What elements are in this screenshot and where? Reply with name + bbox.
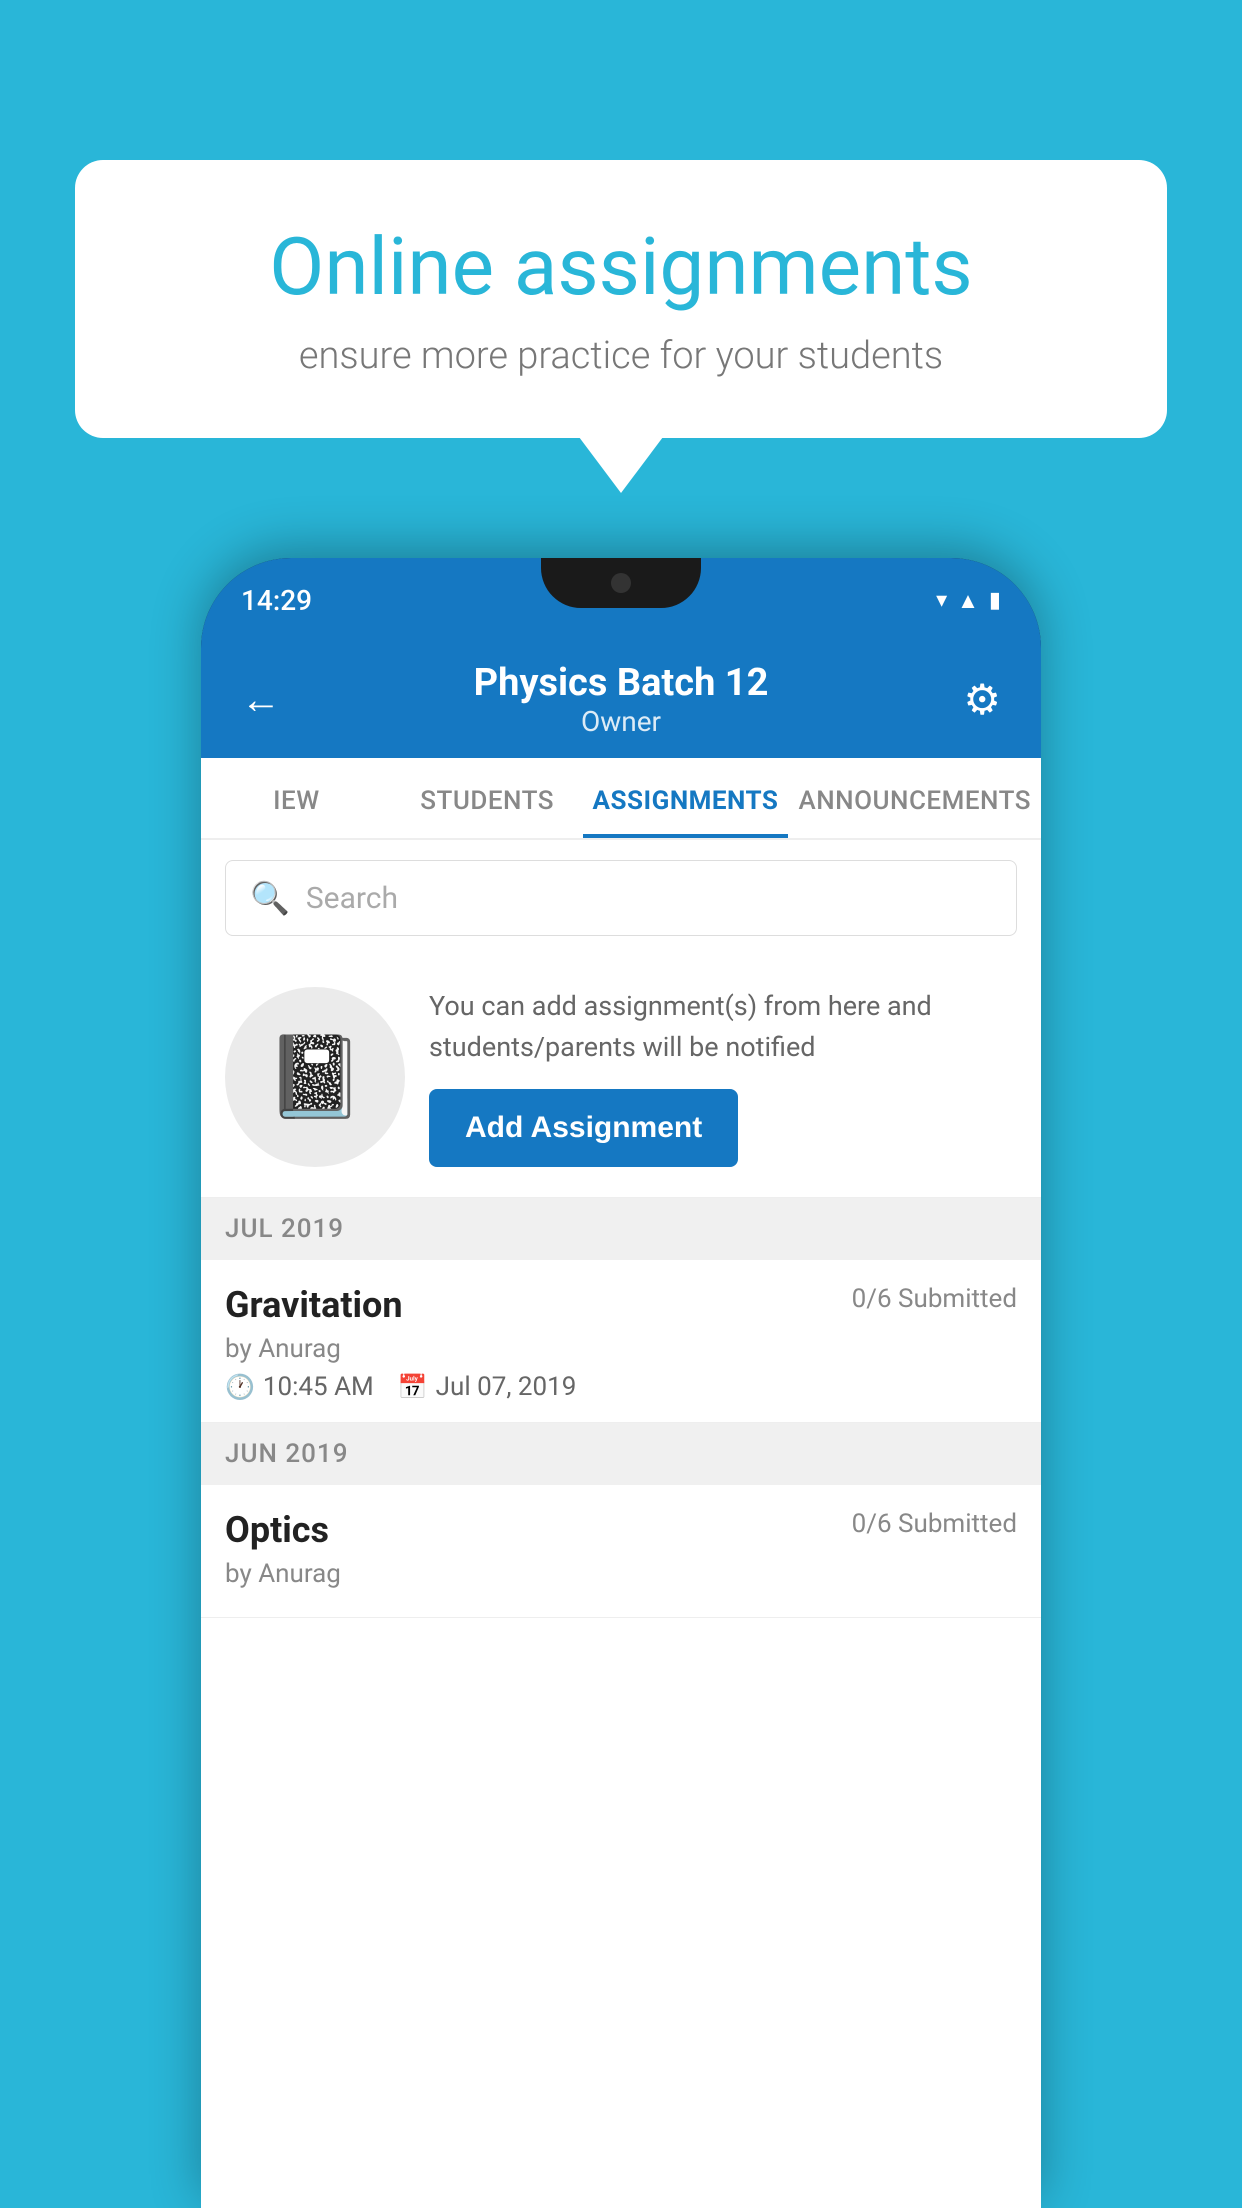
back-button[interactable]: ← [241, 676, 291, 723]
search-bar[interactable]: 🔍 Search [225, 860, 1017, 936]
header-center: Physics Batch 12 Owner [291, 661, 951, 738]
assignment-submitted-optics: 0/6 Submitted [852, 1509, 1017, 1539]
notebook-icon: 📓 [265, 1030, 365, 1124]
wifi-icon: ▾ [936, 588, 947, 613]
promo-text: You can add assignment(s) from here and … [429, 986, 1017, 1067]
speech-bubble-container: Online assignments ensure more practice … [75, 160, 1167, 438]
month-header-jun: JUN 2019 [201, 1423, 1041, 1485]
search-input[interactable]: Search [306, 881, 398, 916]
settings-icon[interactable]: ⚙ [951, 675, 1001, 725]
camera [611, 573, 631, 593]
assignment-submitted-gravitation: 0/6 Submitted [852, 1284, 1017, 1314]
header-title: Physics Batch 12 [291, 661, 951, 705]
assignment-name-optics: Optics [225, 1509, 329, 1551]
add-assignment-button[interactable]: Add Assignment [429, 1089, 738, 1167]
assignment-by-gravitation: by Anurag [225, 1334, 1017, 1364]
battery-icon: ▮ [989, 588, 1001, 613]
bubble-subtitle: ensure more practice for your students [145, 334, 1097, 378]
app-header: ← Physics Batch 12 Owner ⚙ [201, 643, 1041, 758]
month-header-jul: JUL 2019 [201, 1198, 1041, 1260]
tab-announcements[interactable]: ANNOUNCEMENTS [788, 758, 1041, 838]
assignment-meta-gravitation: 🕐 10:45 AM 📅 Jul 07, 2019 [225, 1372, 1017, 1402]
status-bar: 14:29 ▾ ▲ ▮ [201, 558, 1041, 643]
status-icons: ▾ ▲ ▮ [936, 588, 1001, 614]
tab-iew[interactable]: IEW [201, 758, 392, 838]
assignment-date-value: Jul 07, 2019 [436, 1372, 577, 1402]
assignment-item-gravitation[interactable]: Gravitation 0/6 Submitted by Anurag 🕐 10… [201, 1260, 1041, 1423]
assignment-by-optics: by Anurag [225, 1559, 1017, 1589]
promo-right: You can add assignment(s) from here and … [429, 986, 1017, 1167]
assignment-item-optics[interactable]: Optics 0/6 Submitted by Anurag [201, 1485, 1041, 1618]
header-subtitle: Owner [291, 705, 951, 738]
promo-icon-circle: 📓 [225, 987, 405, 1167]
phone-frame: 14:29 ▾ ▲ ▮ ← Physics Batch 12 Owner ⚙ I… [201, 558, 1041, 2208]
search-container: 🔍 Search [201, 840, 1041, 956]
tab-assignments[interactable]: ASSIGNMENTS [583, 758, 789, 838]
phone-screen: 🔍 Search 📓 You can add assignment(s) fro… [201, 840, 1041, 2208]
assignment-time-value: 10:45 AM [263, 1372, 374, 1402]
clock-icon: 🕐 [225, 1373, 255, 1401]
speech-bubble: Online assignments ensure more practice … [75, 160, 1167, 438]
assignment-date: 📅 Jul 07, 2019 [398, 1372, 577, 1402]
assignment-name-gravitation: Gravitation [225, 1284, 403, 1326]
status-time: 14:29 [241, 584, 312, 617]
assignment-top: Gravitation 0/6 Submitted [225, 1284, 1017, 1326]
tabs-bar: IEW STUDENTS ASSIGNMENTS ANNOUNCEMENTS [201, 758, 1041, 840]
tab-students[interactable]: STUDENTS [392, 758, 583, 838]
assignment-top-optics: Optics 0/6 Submitted [225, 1509, 1017, 1551]
calendar-icon: 📅 [398, 1373, 428, 1401]
assignment-time: 🕐 10:45 AM [225, 1372, 374, 1402]
promo-section: 📓 You can add assignment(s) from here an… [201, 956, 1041, 1198]
notch [541, 558, 701, 608]
search-icon: 🔍 [250, 879, 290, 917]
bubble-title: Online assignments [145, 220, 1097, 314]
signal-icon: ▲ [957, 588, 979, 614]
